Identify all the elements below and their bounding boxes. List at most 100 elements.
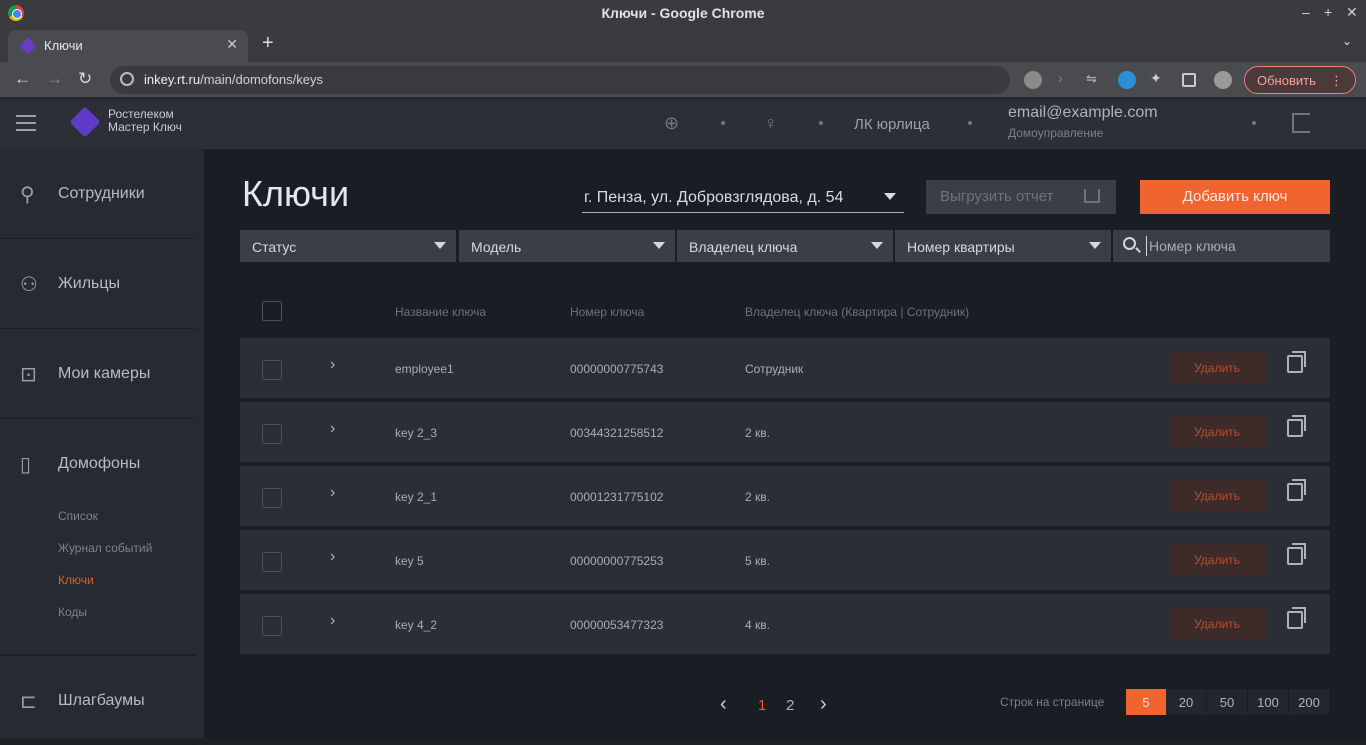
extension-chevron-icon[interactable]: › [1058, 70, 1076, 88]
sidebar-subitem-list[interactable]: Список [58, 509, 98, 523]
chevron-down-icon [871, 242, 883, 249]
copy-icon[interactable] [1287, 479, 1306, 501]
chevron-down-icon [434, 242, 446, 249]
key-number-cell: 00000053477323 [570, 618, 664, 632]
chevron-right-icon[interactable]: › [330, 484, 335, 502]
back-icon[interactable]: ← [14, 69, 31, 89]
rows-per-page-50[interactable]: 50 [1207, 689, 1247, 715]
page-title: Ключи [242, 173, 350, 214]
address-select[interactable]: г. Пенза, ул. Добровзглядова, д. 54 [582, 183, 904, 213]
key-owner-cell: 4 кв. [745, 618, 770, 632]
tab-search-chevron-icon[interactable]: ⌄ [1342, 34, 1352, 48]
globe-icon[interactable]: ⊕ [664, 113, 679, 134]
filters-bar: Статус Модель Владелец ключа Номер кварт… [240, 230, 1330, 262]
prev-page-icon[interactable]: ‹ [720, 693, 727, 716]
profile-icon[interactable] [1214, 71, 1232, 89]
user-email[interactable]: email@example.com [1008, 104, 1158, 122]
sidebar-subitem-keys[interactable]: Ключи [58, 573, 94, 587]
pagination: ‹ 1 2 › [720, 693, 830, 717]
delete-button[interactable]: Удалить [1169, 544, 1265, 576]
copy-icon[interactable] [1287, 607, 1306, 629]
delete-button[interactable]: Удалить [1169, 416, 1265, 448]
sidebar-item-barriers[interactable]: ⊏ Шлагбаумы [0, 655, 196, 745]
sidebar-item-residents[interactable]: ⚇ Жильцы [0, 239, 196, 329]
apartment-filter[interactable]: Номер квартиры [895, 230, 1111, 262]
row-checkbox[interactable] [262, 552, 282, 572]
key-owner-cell: 2 кв. [745, 426, 770, 440]
rows-per-page-20[interactable]: 20 [1166, 689, 1206, 715]
update-button[interactable]: Обновить ⋮ [1244, 66, 1356, 94]
reload-icon[interactable]: ↻ [78, 69, 92, 89]
chevron-right-icon[interactable]: › [330, 548, 335, 566]
table-row[interactable]: › key 5 00000000775253 5 кв. Удалить [240, 530, 1330, 590]
row-checkbox[interactable] [262, 488, 282, 508]
table-row[interactable]: › key 4_2 00000053477323 4 кв. Удалить [240, 594, 1330, 654]
column-key-number[interactable]: Номер ключа [570, 305, 644, 319]
key-name-cell: key 2_3 [395, 426, 438, 440]
separator-dot [819, 121, 823, 125]
copy-icon[interactable] [1287, 415, 1306, 437]
delete-button[interactable]: Удалить [1169, 352, 1265, 384]
chevron-right-icon[interactable]: › [330, 420, 335, 438]
side-panel-icon[interactable] [1182, 73, 1196, 87]
rows-per-page-5[interactable]: 5 [1126, 689, 1166, 715]
sidebar-item-cameras[interactable]: ⊡ Мои камеры [0, 329, 196, 419]
separator-dot [1252, 121, 1256, 125]
key-number-input[interactable] [1146, 236, 1322, 256]
rows-per-page-label: Строк на странице [1000, 695, 1105, 709]
page-2[interactable]: 2 [786, 697, 794, 714]
app-header: Ростелеком Мастер Ключ ⊕ ♀ ЛК юрлица ema… [0, 99, 1366, 149]
sidebar-subitem-events[interactable]: Журнал событий [58, 541, 152, 555]
chevron-right-icon[interactable]: › [330, 612, 335, 630]
table-row[interactable]: › employee1 00000000775743 Сотрудник Уда… [240, 338, 1330, 398]
row-checkbox[interactable] [262, 360, 282, 380]
next-page-icon[interactable]: › [820, 693, 827, 716]
lk-link[interactable]: ЛК юрлица [854, 116, 930, 133]
delete-button[interactable]: Удалить [1169, 480, 1265, 512]
logout-icon[interactable] [1292, 113, 1310, 133]
rows-per-page-100[interactable]: 100 [1248, 689, 1288, 715]
key-owner-cell: 5 кв. [745, 554, 770, 568]
page-1[interactable]: 1 [758, 697, 766, 714]
chevron-right-icon[interactable]: › [330, 356, 335, 374]
key-owner-cell: Сотрудник [745, 362, 804, 376]
select-all-checkbox[interactable] [262, 301, 282, 321]
extension-3-icon[interactable] [1118, 71, 1136, 89]
new-tab-icon[interactable]: + [262, 32, 274, 55]
copy-icon[interactable] [1287, 351, 1306, 373]
sidebar-item-intercoms[interactable]: ▯ Домофоны Список Журнал событий Ключи К… [0, 419, 196, 655]
intercom-icon: ▯ [20, 454, 32, 476]
column-key-owner[interactable]: Владелец ключа (Квартира | Сотрудник) [745, 305, 969, 319]
rows-per-page-200[interactable]: 200 [1289, 689, 1329, 715]
table-row[interactable]: › key 2_3 00344321258512 2 кв. Удалить [240, 402, 1330, 462]
row-checkbox[interactable] [262, 616, 282, 636]
chevron-down-icon [1089, 242, 1101, 249]
forward-icon[interactable]: → [46, 69, 63, 89]
tab-close-icon[interactable]: ✕ [226, 36, 238, 53]
status-filter[interactable]: Статус [240, 230, 456, 262]
model-filter[interactable]: Модель [459, 230, 675, 262]
copy-icon[interactable] [1287, 543, 1306, 565]
site-info-icon[interactable] [120, 72, 134, 86]
extension-1-icon[interactable] [1024, 71, 1042, 89]
extensions-puzzle-icon[interactable]: ✦ [1150, 70, 1168, 88]
add-key-button[interactable]: Добавить ключ [1140, 180, 1330, 214]
browser-tab[interactable]: Ключи ✕ [8, 30, 248, 62]
column-key-name[interactable]: Название ключа [395, 305, 486, 319]
extension-2-icon[interactable]: ⇋ [1086, 71, 1104, 89]
microphone-icon[interactable]: ♀ [764, 113, 778, 134]
chevron-down-icon [653, 242, 665, 249]
export-report-button[interactable]: Выгрузить отчет [926, 180, 1116, 214]
table-row[interactable]: › key 2_1 00001231775102 2 кв. Удалить [240, 466, 1330, 526]
delete-button[interactable]: Удалить [1169, 608, 1265, 640]
close-window-icon[interactable]: ✕ [1346, 4, 1358, 21]
row-checkbox[interactable] [262, 424, 282, 444]
logo-text[interactable]: Ростелеком Мастер Ключ [108, 108, 182, 134]
sidebar-subitem-codes[interactable]: Коды [58, 605, 87, 619]
address-bar[interactable]: inkey.rt.ru/main/domofons/keys [110, 66, 1010, 94]
menu-icon[interactable] [16, 115, 36, 131]
minimize-icon[interactable]: – [1302, 4, 1310, 20]
owner-filter[interactable]: Владелец ключа [677, 230, 893, 262]
sidebar-item-employees[interactable]: ⚲ Сотрудники [0, 149, 196, 239]
maximize-icon[interactable]: + [1324, 4, 1332, 20]
